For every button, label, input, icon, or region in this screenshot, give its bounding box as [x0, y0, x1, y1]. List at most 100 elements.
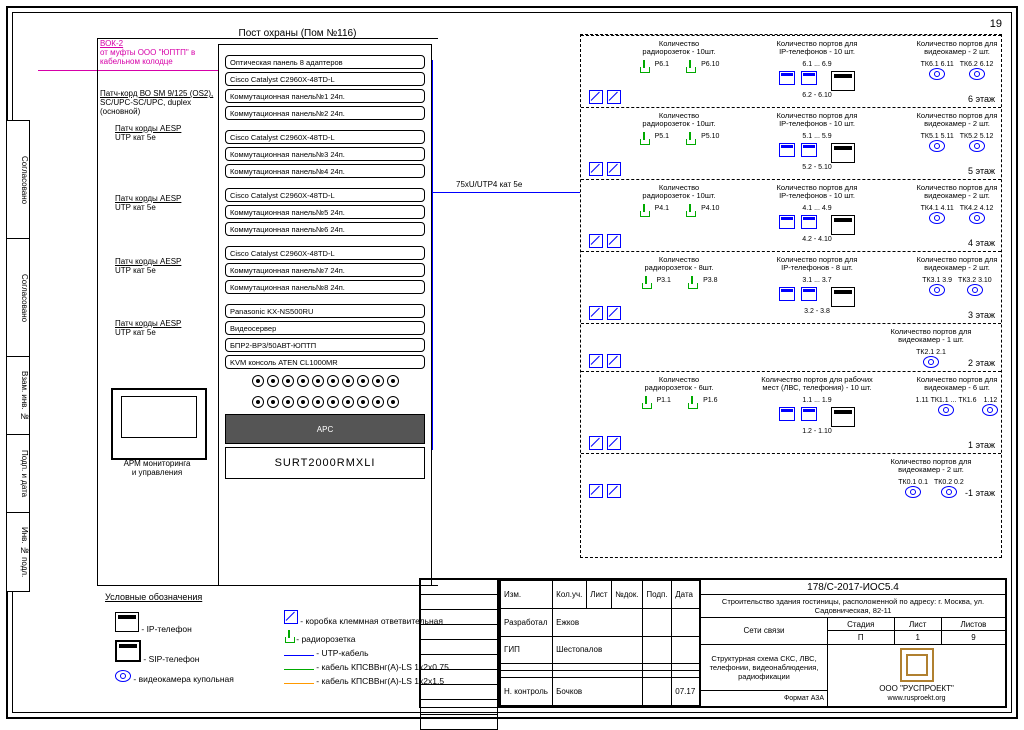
junction-box-icon — [589, 306, 603, 320]
camera-group: Количество портов длявидеокамер - 6 шт.1… — [897, 376, 1017, 416]
radio-socket-icon — [687, 396, 697, 408]
rack-slot: БПР2-ВР3/50АВТ-ЮПТП — [225, 338, 425, 352]
side-tab: Инв. № подл. — [6, 512, 30, 592]
patchcord-note: Патч корды AESPUTP кат 5е — [115, 195, 181, 213]
floor-row: 1 этаж Количестворадиорозеток - 6шт.P1.1 … — [581, 371, 1001, 454]
rack-slot: Коммутационная панель№2 24п. — [225, 106, 425, 120]
radio-socket-icon — [641, 396, 651, 408]
camera-icon — [969, 212, 985, 224]
camera-icon — [969, 140, 985, 152]
bus-line — [432, 60, 433, 450]
title-block: Изм.Кол.уч.Лист№док.Подп.Дата Разработал… — [498, 578, 1007, 708]
junction-box-icon — [607, 354, 621, 368]
radio-group: Количестворадиорозеток - 10шт.P4.1 P4.10 — [629, 184, 729, 216]
radio-group: Количестворадиорозеток - 10шт.P5.1 P5.10 — [629, 112, 729, 144]
ip-phone-icon — [831, 71, 855, 91]
phone-icon — [801, 407, 817, 421]
side-tab: Согласовано — [6, 120, 30, 240]
phone-icon — [779, 71, 795, 85]
rack-slot: Panasonic KX-NS500RU — [225, 304, 425, 318]
radio-group: Количестворадиорозеток - 6шт.P1.1 P1.6 — [629, 376, 729, 408]
ipphone-group: Количество портов дляIP-телефонов - 10 ш… — [747, 40, 887, 100]
floor-row: 2 этажКоличество портов длявидеокамер - … — [581, 323, 1001, 372]
camera-icon — [905, 486, 921, 498]
side-tab: Взам. инв. № — [6, 356, 30, 436]
floor-row: 5 этаж Количестворадиорозеток - 10шт.P5.1… — [581, 107, 1001, 180]
drawing-sheet: 19 Согласовано Согласовано Взам. инв. № … — [0, 0, 1024, 725]
ip-phone-icon — [831, 287, 855, 307]
rack-slot: Коммутационная панель№5 24п. — [225, 205, 425, 219]
camera-group: Количество портов длявидеокамер - 2 шт.Т… — [897, 256, 1017, 296]
patchcord-note: Патч корды AESPUTP кат 5е — [115, 258, 181, 276]
ip-phone-icon — [115, 612, 139, 632]
junction-box-icon — [607, 162, 621, 176]
radio-socket-icon — [685, 204, 695, 216]
legend: Условные обозначения - IP-телефон - SIP-… — [105, 592, 459, 690]
rack-slot: Cisco Catalyst C2960X-48TD-L — [225, 72, 425, 86]
rack-slot: Коммутационная панель№7 24п. — [225, 263, 425, 277]
camera-icon — [967, 284, 983, 296]
rack-slot: Коммутационная панель№1 24п. — [225, 89, 425, 103]
floor-label: 3 этаж — [966, 310, 997, 320]
sip-phone-icon — [115, 640, 141, 662]
camera-group: Количество портов длявидеокамер - 1 шт.Т… — [871, 328, 991, 368]
equipment-rack: Оптическая панель 8 адаптеров Cisco Catal… — [218, 44, 432, 586]
floor-label: 6 этаж — [966, 94, 997, 104]
floor-label: 4 этаж — [966, 238, 997, 248]
junction-box-icon — [284, 610, 298, 624]
camera-icon — [929, 68, 945, 80]
green-line-icon — [284, 669, 314, 670]
patchcord-note: Патч корды AESPUTP кат 5е — [115, 125, 181, 143]
side-tab: Подп. и дата — [6, 434, 30, 514]
camera-icon — [929, 212, 945, 224]
radio-socket-icon — [641, 276, 651, 288]
monitor-label: АРМ мониторингаи управления — [111, 460, 203, 478]
floor-label: 1 этаж — [966, 440, 997, 450]
rack-slot: Cisco Catalyst C2960X-48TD-L — [225, 130, 425, 144]
camera-group: Количество портов длявидеокамер - 2 шт.Т… — [897, 112, 1017, 152]
radio-socket-icon — [685, 60, 695, 72]
rack-slot: Коммутационная панель№4 24п. — [225, 164, 425, 178]
monitor-icon — [111, 388, 207, 460]
rack-slot: Cisco Catalyst C2960X-48TD-L — [225, 246, 425, 260]
floor-row: 4 этаж Количестворадиорозеток - 10шт.P4.1… — [581, 179, 1001, 252]
ip-phone-icon — [831, 407, 855, 427]
ipphone-group: Количество портов дляIP-телефонов - 8 шт… — [747, 256, 887, 316]
radio-group: Количестворадиорозеток - 8шт.P3.1 P3.8 — [629, 256, 729, 288]
patchcord-note: Патч корды AESPUTP кат 5е — [115, 320, 181, 338]
camera-icon — [929, 284, 945, 296]
radio-socket-icon — [639, 204, 649, 216]
apc-unit: APC — [225, 414, 425, 444]
camera-group: Количество портов длявидеокамер - 2 шт.Т… — [871, 458, 991, 498]
utp-line-icon — [284, 655, 314, 656]
camera-group: Количество портов длявидеокамер - 2 шт.Т… — [897, 184, 1017, 224]
phone-icon — [801, 143, 817, 157]
section-label: Сети связи — [701, 618, 828, 644]
junction-box-icon — [589, 90, 603, 104]
radio-group: Количестворадиорозеток - 10шт.P6.1 P6.10 — [629, 40, 729, 72]
ipphone-group: Количество портов для рабочихмест (ЛВС, … — [747, 376, 887, 436]
orange-line-icon — [284, 683, 314, 684]
rack-slot: Оптическая панель 8 адаптеров — [225, 55, 425, 69]
radio-socket-icon — [687, 276, 697, 288]
phone-icon — [779, 143, 795, 157]
ipphone-group: Количество портов дляIP-телефонов - 10 ш… — [747, 112, 887, 172]
ipphone-group: Количество портов дляIP-телефонов - 10 ш… — [747, 184, 887, 244]
camera-icon — [969, 68, 985, 80]
trunk-cable-label: 75хU/UTP4 кат 5е — [456, 180, 522, 189]
phone-icon — [779, 407, 795, 421]
ups-unit: SURT2000RMXLI — [225, 447, 425, 479]
camera-icon — [115, 670, 131, 682]
radio-socket-icon — [639, 60, 649, 72]
radio-socket-icon — [639, 132, 649, 144]
junction-box-icon — [607, 90, 621, 104]
camera-icon — [941, 486, 957, 498]
radio-socket-icon — [284, 630, 294, 642]
rack-slot: Коммутационная панель№8 24п. — [225, 280, 425, 294]
doc-number: 178/С-2017-ИОС5.4 — [701, 580, 1006, 595]
junction-box-icon — [607, 484, 621, 498]
page-number: 19 — [990, 18, 1002, 30]
floor-label: 5 этаж — [966, 166, 997, 176]
junction-box-icon — [607, 306, 621, 320]
floor-row: -1 этажКоличество портов длявидеокамер -… — [581, 453, 1001, 502]
